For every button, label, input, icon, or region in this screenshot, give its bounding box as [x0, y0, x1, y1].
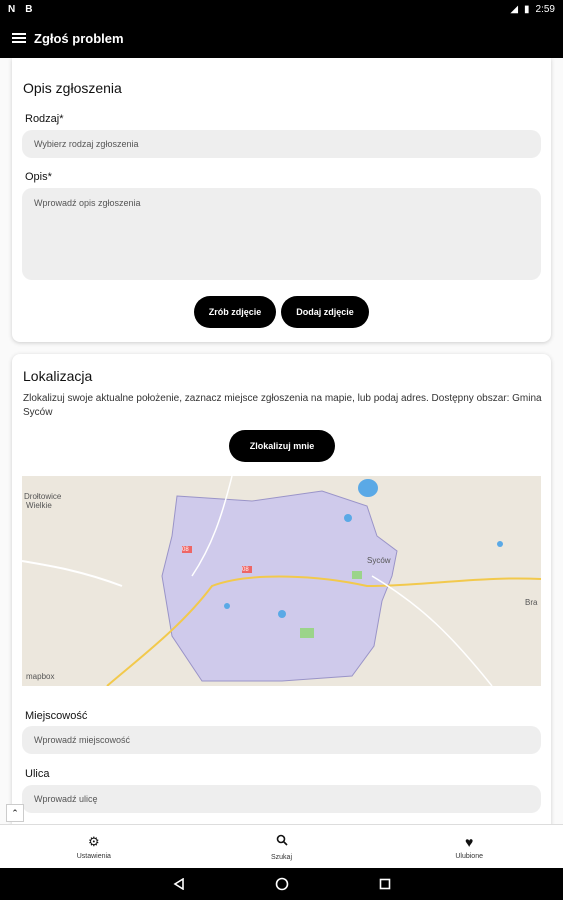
gear-icon: ⚙	[88, 833, 100, 849]
miejscowosc-placeholder: Wprowadź miejscowość	[34, 735, 131, 745]
mapbox-watermark: mapbox	[26, 672, 55, 681]
rodzaj-placeholder: Wybierz rodzaj zgłoszenia	[34, 139, 139, 149]
recents-icon[interactable]	[379, 878, 391, 890]
location-card: Lokalizacja Zlokalizuj swoje aktualne po…	[12, 354, 551, 824]
ulica-label: Ulica	[25, 768, 50, 780]
nav-label-settings: Ustawienia	[76, 852, 111, 860]
map-label-town: Syców	[367, 556, 391, 565]
location-card-title: Lokalizacja	[23, 368, 93, 384]
system-navigation-bar	[0, 868, 563, 900]
add-photo-button[interactable]: Dodaj zdjęcie	[281, 296, 369, 328]
nav-label-search: Szukaj	[271, 853, 293, 861]
app-bar: Zgłoś problem	[0, 18, 563, 58]
rodzaj-label: Rodzaj*	[25, 113, 64, 125]
map-label-place1b: Wielkie	[26, 501, 52, 510]
heart-icon: ♥	[465, 833, 474, 850]
battery-icon: ▮	[524, 3, 530, 15]
description-card-title: Opis zgłoszenia	[23, 80, 122, 96]
location-description: Zlokalizuj swoje aktualne położenie, zaz…	[23, 393, 542, 418]
ulica-input[interactable]: Wprowadź ulicę	[22, 785, 541, 813]
page-title: Zgłoś problem	[34, 30, 124, 46]
description-card: Opis zgłoszenia Rodzaj* Wybierz rodzaj z…	[12, 58, 551, 342]
signal-icon: ◢	[510, 3, 519, 15]
nav-item-search[interactable]: Szukaj	[188, 825, 376, 868]
locate-me-button[interactable]: Zlokalizuj mnie	[229, 430, 335, 462]
rodzaj-select[interactable]: Wybierz rodzaj zgłoszenia	[22, 130, 541, 158]
scroll-content[interactable]: Opis zgłoszenia Rodzaj* Wybierz rodzaj z…	[0, 58, 563, 824]
search-icon	[276, 833, 288, 851]
location-map[interactable]: Syców Drołtowice Wielkie Bra 08 08 mapbo…	[22, 476, 541, 686]
take-photo-button[interactable]: Zrób zdjęcie	[194, 296, 276, 328]
back-icon[interactable]	[172, 878, 185, 890]
nav-item-favorites[interactable]: ♥ Ulubione	[375, 825, 563, 868]
opis-placeholder: Wprowadź opis zgłoszenia	[34, 198, 141, 208]
clock: 2:59	[535, 3, 555, 15]
miejscowosc-input[interactable]: Wprowadź miejscowość	[22, 726, 541, 754]
notification-b-icon: B	[25, 3, 33, 15]
opis-label: Opis*	[25, 171, 52, 183]
map-road-label-2: 08	[242, 567, 249, 573]
nav-item-settings[interactable]: ⚙ Ustawienia	[0, 825, 188, 868]
status-bar: N B ◢ ▮ 2:59	[0, 0, 563, 18]
home-icon[interactable]	[275, 877, 289, 891]
map-road-label-1: 08	[182, 547, 189, 553]
bottom-navigation: ⚙ Ustawienia Szukaj ♥ Ulubione	[0, 824, 563, 868]
scroll-up-icon[interactable]: ⌃	[6, 804, 24, 822]
miejscowosc-label: Miejscowość	[25, 710, 88, 722]
map-label-place1: Drołtowice	[24, 492, 62, 501]
opis-textarea[interactable]: Wprowadź opis zgłoszenia	[22, 188, 541, 280]
nav-label-favorites: Ulubione	[455, 852, 483, 860]
notification-n-icon: N	[8, 3, 16, 15]
menu-icon[interactable]	[12, 33, 26, 43]
ulica-placeholder: Wprowadź ulicę	[34, 794, 98, 804]
map-label-place-right: Bra	[525, 598, 538, 607]
